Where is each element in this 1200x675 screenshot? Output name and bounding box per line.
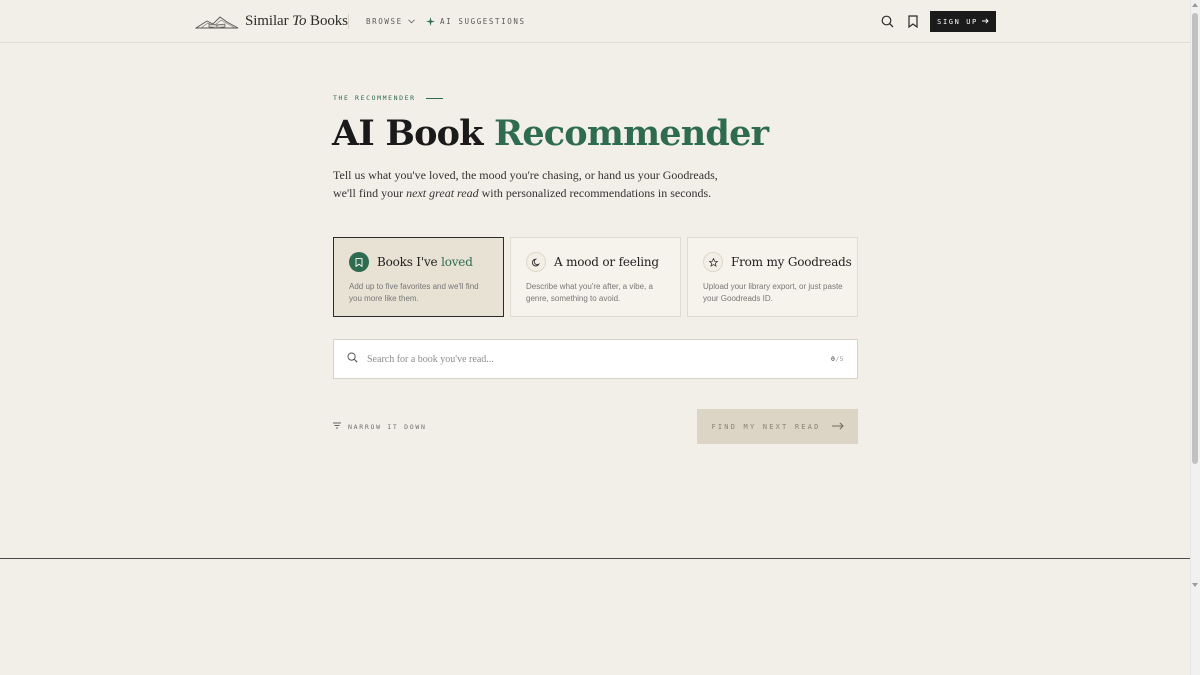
chevron-down-icon	[407, 19, 415, 24]
narrow-it-down-toggle[interactable]: NARROW IT DOWN	[333, 422, 427, 431]
title-accent: Recommender	[494, 113, 769, 154]
scrollbar-thumb[interactable]	[1192, 13, 1198, 464]
top-navigation-bar: Similar To Books BROWSE AI SUGGESTIONS S…	[0, 0, 1190, 43]
bookmark-icon	[349, 252, 369, 272]
arrow-right-icon	[981, 17, 989, 26]
brand-logo[interactable]: Similar To Books	[195, 12, 348, 30]
filter-icon	[333, 422, 341, 431]
star-icon	[703, 252, 723, 272]
title-main: AI Book	[332, 113, 483, 154]
narrow-label: NARROW IT DOWN	[348, 422, 427, 431]
nav-divider	[348, 14, 349, 29]
nav-browse-label: BROWSE	[366, 17, 403, 26]
mode-card-books-loved[interactable]: Books I've loved Add up to five favorite…	[333, 237, 504, 317]
moon-icon	[526, 252, 546, 272]
bookmark-icon[interactable]	[905, 13, 921, 29]
arrow-right-icon	[831, 421, 844, 432]
mode-card-title: Books I've loved	[377, 255, 473, 269]
page-scrollbar[interactable]	[1190, 0, 1200, 675]
lead-emphasis: next great read	[406, 186, 479, 200]
page-lead: Tell us what you've loved, the mood you'…	[333, 166, 733, 202]
scroll-up-arrow-icon[interactable]	[1192, 3, 1198, 7]
nav-browse-menu[interactable]: BROWSE	[366, 17, 415, 26]
eyebrow-label: THE RECOMMENDER	[333, 94, 416, 102]
section-eyebrow: THE RECOMMENDER	[333, 94, 443, 102]
sparkle-icon	[426, 17, 435, 26]
nav-ai-suggestions[interactable]: AI SUGGESTIONS	[426, 17, 526, 26]
section-divider	[0, 558, 1190, 559]
nav-ai-label: AI SUGGESTIONS	[440, 17, 526, 26]
mode-card-goodreads[interactable]: From my Goodreads Upload your library ex…	[687, 237, 858, 317]
search-icon[interactable]	[879, 13, 895, 29]
brand-name: Similar To Books	[245, 12, 348, 29]
book-landscape-logo-icon	[195, 16, 239, 29]
favorites-counter: 0/5	[831, 355, 844, 363]
mode-card-title: From my Goodreads	[731, 255, 852, 269]
eyebrow-rule	[425, 97, 443, 99]
mode-card-description: Upload your library export, or just past…	[703, 282, 843, 303]
scroll-down-arrow-icon[interactable]	[1192, 583, 1198, 587]
lead-text-end: with personalized recommendations in sec…	[478, 186, 712, 200]
search-icon	[347, 350, 358, 368]
mode-card-description: Add up to five favorites and we'll find …	[349, 282, 479, 303]
mode-card-title: A mood or feeling	[554, 255, 659, 269]
find-my-next-read-button[interactable]: FIND MY NEXT READ	[697, 409, 858, 444]
mode-card-mood[interactable]: A mood or feeling Describe what you're a…	[510, 237, 681, 317]
book-search-input[interactable]	[367, 353, 832, 365]
sign-up-label: SIGN UP	[937, 17, 978, 26]
sign-up-button[interactable]: SIGN UP	[930, 11, 996, 32]
book-search-box[interactable]: 0/5	[333, 339, 858, 379]
page-title: AI Book Recommender	[332, 113, 769, 154]
mode-card-description: Describe what you're after, a vibe, a ge…	[526, 282, 653, 303]
find-label: FIND MY NEXT READ	[711, 422, 821, 431]
